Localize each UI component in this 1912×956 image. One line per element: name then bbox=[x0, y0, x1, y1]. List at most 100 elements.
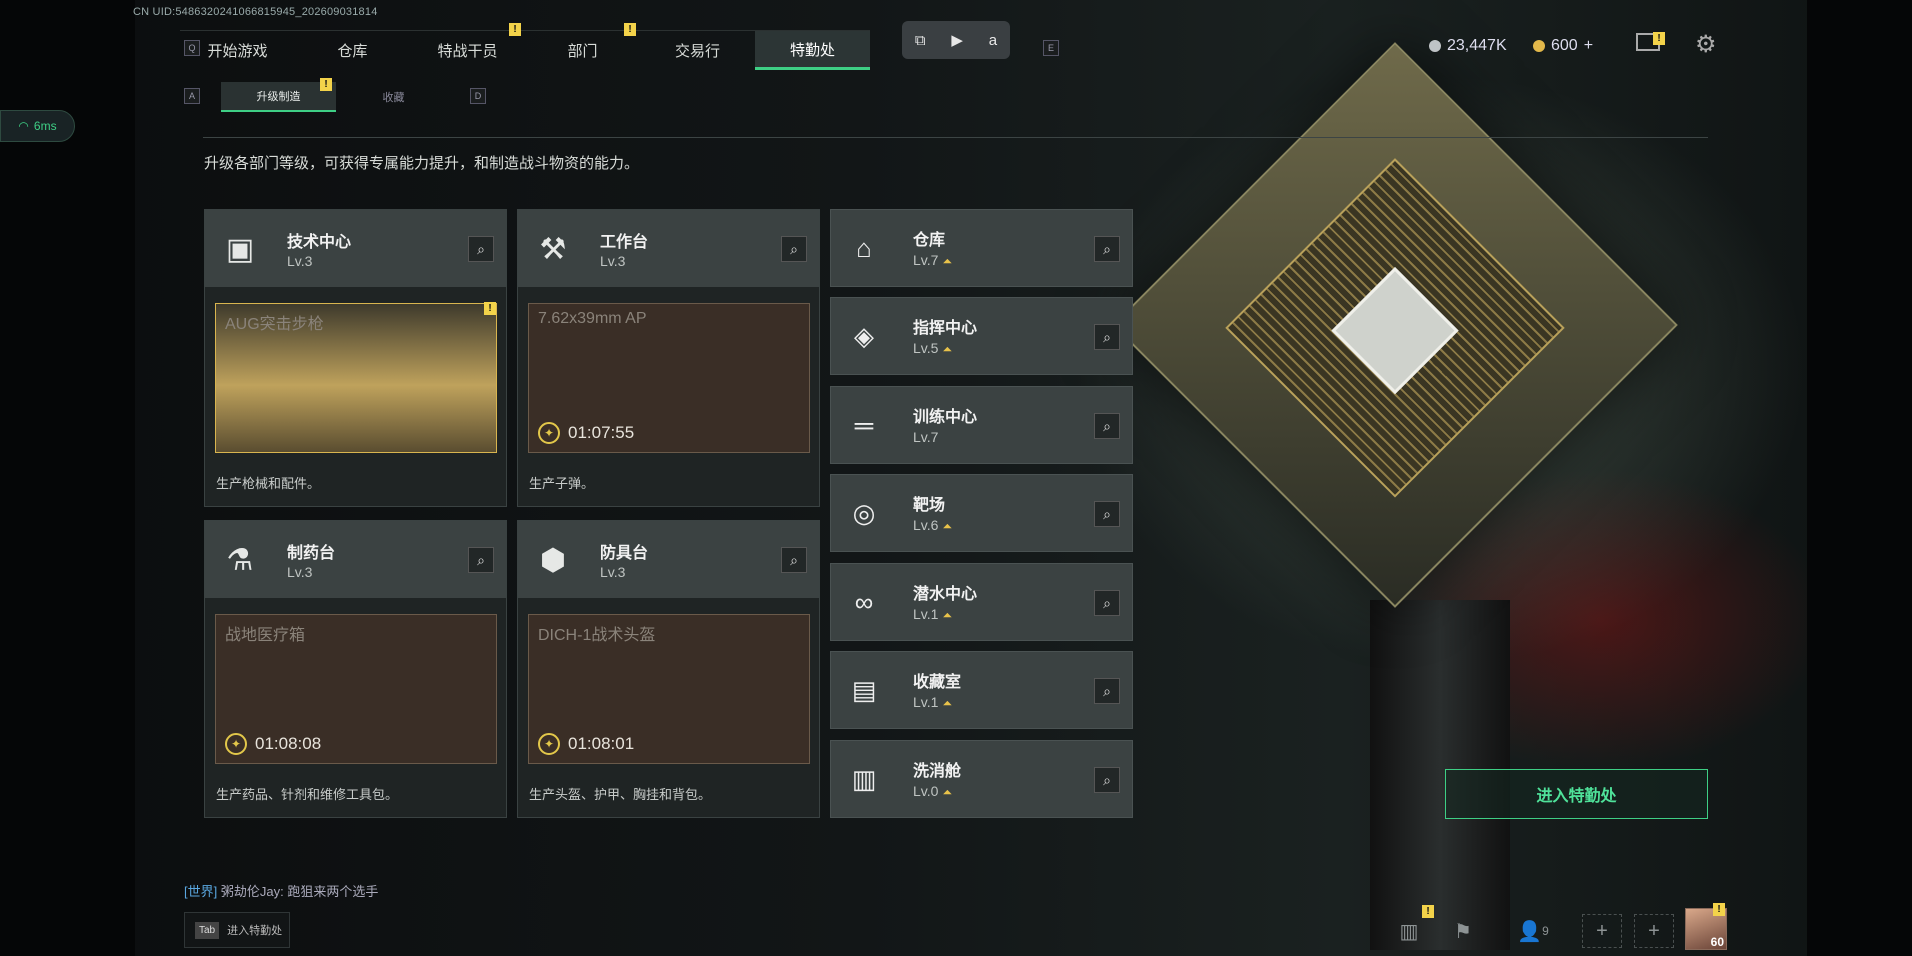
gold-coin-icon bbox=[1533, 40, 1545, 52]
dumbbell-icon: ═ bbox=[854, 409, 874, 440]
upgrade-arrow-icon: ⏶ bbox=[942, 519, 953, 533]
invite-slot-2[interactable]: + bbox=[1634, 914, 1674, 948]
wrench-icon: ✦ bbox=[538, 422, 560, 444]
dept-level: Lv.7 bbox=[913, 429, 939, 445]
search-icon[interactable]: ⌕ bbox=[1094, 413, 1120, 439]
tab-start-game[interactable]: 开始游戏 bbox=[180, 30, 295, 70]
search-icon[interactable]: ⌕ bbox=[468, 547, 494, 573]
dept-shooting-range[interactable]: ◎ 靶场 Lv.6 ⏶ ⌕ bbox=[830, 474, 1133, 552]
search-icon[interactable]: ⌕ bbox=[1094, 590, 1120, 616]
card-level: Lv.3 bbox=[287, 253, 313, 269]
cubes-icon: ⬢ bbox=[539, 543, 567, 577]
dept-command-center[interactable]: ◈ 指挥中心 Lv.5 ⏶ ⌕ bbox=[830, 297, 1133, 375]
chat-channel: [世界] bbox=[184, 884, 218, 899]
divider bbox=[203, 137, 1708, 138]
tab-shortcut-hint[interactable]: Tab 进入特勤处 bbox=[184, 912, 290, 948]
subtab-collection[interactable]: 收藏 bbox=[336, 82, 451, 112]
product-name: 战地医疗箱 bbox=[225, 627, 306, 644]
card-description: 生产药品、针剂和维修工具包。 bbox=[216, 787, 399, 802]
card-tech-center[interactable]: ▣ 技术中心 Lv.3 ⌕ AUG突击步枪 ! 生产枪械和配件。 bbox=[204, 209, 507, 507]
product-slot[interactable]: AUG突击步枪 ! bbox=[215, 302, 497, 453]
product-slot[interactable]: DICH-1战术头盔 ✦ 01:08:01 bbox=[528, 614, 810, 764]
left-letterbox bbox=[0, 0, 135, 956]
mail-alert-badge: ! bbox=[1653, 32, 1665, 45]
card-pharmacy[interactable]: ⚗ 制药台 Lv.3 ⌕ 战地医疗箱 ✦ 01:08:08 生产药品、针剂和维修工… bbox=[204, 520, 507, 818]
right-letterbox bbox=[1807, 0, 1912, 956]
card-armor-bench[interactable]: ⬢ 防具台 Lv.3 ⌕ DICH-1战术头盔 ✦ 01:08:01 生产头盔、护… bbox=[517, 520, 820, 818]
dept-diving-center[interactable]: ∞ 潜水中心 Lv.1 ⏶ ⌕ bbox=[830, 563, 1133, 641]
target-icon: ◎ bbox=[852, 497, 876, 528]
tab-trading[interactable]: 交易行 bbox=[640, 30, 755, 70]
avatar-alert-badge: ! bbox=[1713, 903, 1725, 916]
search-icon[interactable]: ⌕ bbox=[1094, 324, 1120, 350]
dept-name: 训练中心 bbox=[913, 409, 978, 426]
card-name: 防具台 bbox=[600, 545, 649, 562]
card-workbench[interactable]: ⚒ 工作台 Lv.3 ⌕ 7.62x39mm AP ✦ 01:07:55 生产子弹… bbox=[517, 209, 820, 507]
card-level: Lv.3 bbox=[600, 253, 626, 269]
stats-icon[interactable]: ▥ bbox=[1389, 914, 1429, 948]
card-level: Lv.3 bbox=[287, 564, 313, 580]
chat-line[interactable]: [世界] 粥劫伦Jay: 跑狙来两个选手 bbox=[184, 881, 378, 900]
search-icon[interactable]: ⌕ bbox=[781, 236, 807, 262]
record-icon[interactable]: ▶ bbox=[951, 31, 963, 49]
dept-warehouse[interactable]: ⌂ 仓库 Lv.7 ⏶ ⌕ bbox=[830, 209, 1133, 287]
translate-icon[interactable]: a bbox=[989, 32, 997, 49]
silver-currency[interactable]: 23,447K bbox=[1429, 37, 1507, 55]
dept-level: Lv.5 bbox=[913, 340, 939, 356]
card-description: 生产枪械和配件。 bbox=[216, 476, 321, 491]
nav-key-right: E bbox=[1043, 40, 1059, 56]
tab-warehouse[interactable]: 仓库 bbox=[295, 30, 410, 70]
subtab-upgrade-craft[interactable]: 升级制造! bbox=[221, 78, 336, 112]
search-icon[interactable]: ⌕ bbox=[468, 236, 494, 262]
tab-operators-label: 特战干员 bbox=[437, 43, 498, 60]
search-icon[interactable]: ⌕ bbox=[1094, 678, 1120, 704]
silver-amount: 23,447K bbox=[1447, 37, 1507, 54]
stats-alert-badge: ! bbox=[1422, 905, 1434, 918]
dept-decon-chamber[interactable]: ▥ 洗消舱 Lv.0 ⏶ ⌕ bbox=[830, 740, 1133, 818]
upgrade-arrow-icon: ⏶ bbox=[942, 342, 953, 356]
intro-text: 升级各部门等级，可获得专属能力提升，和制造战斗物资的能力。 bbox=[204, 155, 640, 172]
tab-operators[interactable]: 特战干员! bbox=[410, 23, 525, 70]
dept-level: Lv.0 bbox=[913, 783, 939, 799]
product-name: DICH-1战术头盔 bbox=[538, 627, 656, 644]
product-slot[interactable]: 战地医疗箱 ✦ 01:08:08 bbox=[215, 614, 497, 764]
product-timer: 01:08:08 bbox=[255, 734, 322, 753]
friends-button[interactable]: 👤 9 bbox=[1508, 914, 1558, 948]
main-nav: 开始游戏 仓库 特战干员! 部门! 交易行 特勤处 bbox=[180, 23, 870, 70]
friends-count: 9 bbox=[1542, 924, 1549, 938]
search-icon[interactable]: ⌕ bbox=[781, 547, 807, 573]
wrench-icon: ✦ bbox=[225, 733, 247, 755]
add-gold-button[interactable]: + bbox=[1584, 37, 1593, 55]
upgrade-craft-label: 升级制造 bbox=[256, 91, 301, 103]
gold-currency[interactable]: 600 + bbox=[1533, 37, 1593, 55]
gold-amount: 600 bbox=[1551, 37, 1578, 54]
dept-level: Lv.1 bbox=[913, 606, 939, 622]
diving-mask-icon: ∞ bbox=[854, 586, 874, 617]
gear-icon[interactable]: ⚙ bbox=[1695, 30, 1717, 59]
flag-icon[interactable]: ⚑ bbox=[1443, 914, 1483, 948]
decon-chamber-icon: ▥ bbox=[851, 763, 877, 794]
tab-department[interactable]: 部门! bbox=[525, 23, 640, 70]
product-slot[interactable]: 7.62x39mm AP ✦ 01:07:55 bbox=[528, 303, 810, 453]
wrench-icon: ✦ bbox=[538, 733, 560, 755]
department-alert-badge: ! bbox=[624, 23, 636, 36]
dept-level: Lv.7 bbox=[913, 252, 939, 268]
card-name: 制药台 bbox=[287, 545, 336, 562]
enter-special-ops-button[interactable]: 进入特勤处 bbox=[1445, 769, 1708, 819]
dept-training-center[interactable]: ═ 训练中心 Lv.7 ⌕ bbox=[830, 386, 1133, 464]
search-icon[interactable]: ⌕ bbox=[1094, 236, 1120, 262]
search-icon[interactable]: ⌕ bbox=[1094, 501, 1120, 527]
product-timer: 01:07:55 bbox=[568, 423, 635, 442]
dept-name: 潜水中心 bbox=[913, 586, 978, 603]
wifi-icon: ◠ bbox=[18, 119, 29, 133]
tab-special-ops[interactable]: 特勤处 bbox=[755, 30, 870, 70]
invite-slot-1[interactable]: + bbox=[1582, 914, 1622, 948]
card-name: 技术中心 bbox=[287, 234, 352, 251]
search-icon[interactable]: ⌕ bbox=[1094, 767, 1120, 793]
player-level: 60 bbox=[1710, 935, 1724, 949]
command-icon: ◈ bbox=[854, 320, 874, 351]
dept-name: 指挥中心 bbox=[913, 320, 978, 337]
dept-name: 洗消舱 bbox=[913, 763, 962, 780]
dept-collection-room[interactable]: ▤ 收藏室 Lv.1 ⏶ ⌕ bbox=[830, 651, 1133, 729]
screenshot-icon[interactable]: ⧉ bbox=[915, 32, 926, 49]
